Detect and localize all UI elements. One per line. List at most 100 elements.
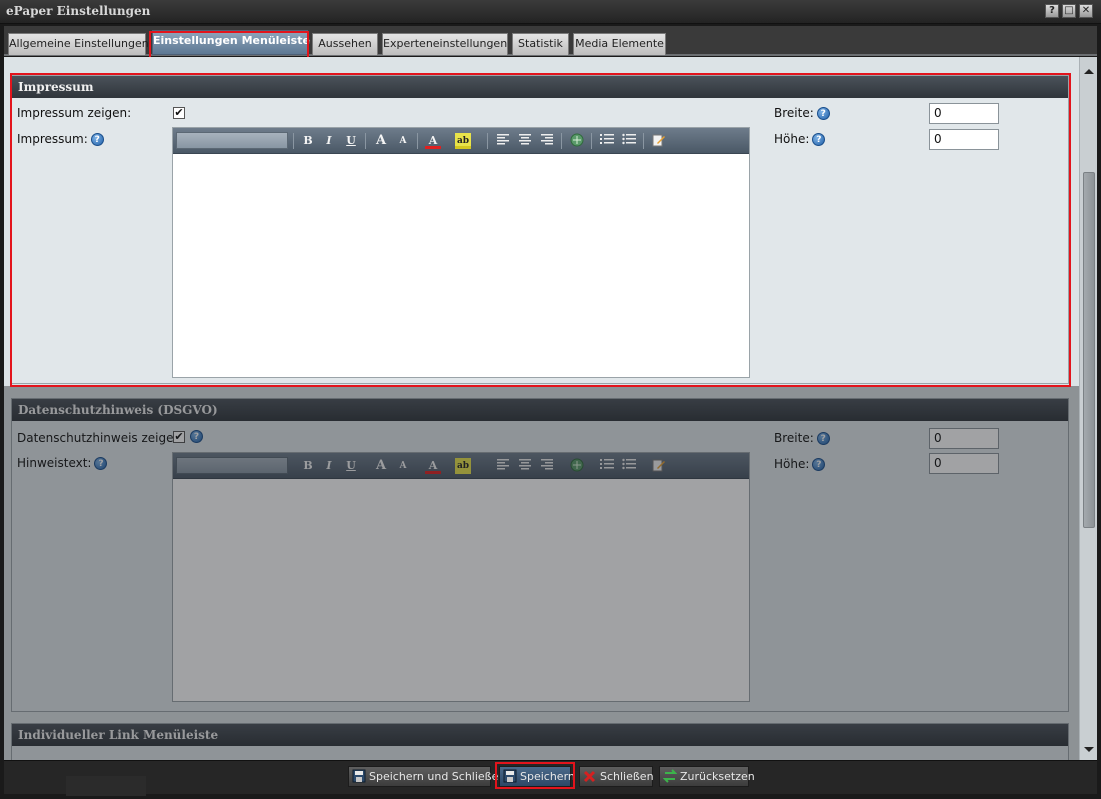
source-edit-icon[interactable] [651,458,667,474]
align-center-icon[interactable] [517,458,533,474]
help-icon[interactable]: ? [812,458,826,471]
datenschutz-hoehe-input[interactable]: 0 [929,453,999,474]
impressum-hoehe-input[interactable]: 0 [929,129,999,150]
settings-content: Impressum Impressum zeigen: ✔ Impressum:… [4,57,1097,760]
datenschutz-section-header: Datenschutzhinweis (DSGVO) [12,399,1068,421]
scroll-thumb[interactable] [1083,172,1095,528]
italic-icon[interactable]: I [321,458,337,474]
datenschutz-breite-label-text: Breite: [774,431,814,445]
datenschutz-hoehe-label-text: Höhe: [774,457,810,471]
impressum-content-label: Impressum:? [17,132,104,146]
help-icon[interactable]: ? [94,457,108,470]
toolbar-separator [417,133,418,149]
underline-icon[interactable]: U [343,458,359,474]
floppy-icon [352,769,366,783]
impressum-breite-label: Breite:? [774,106,830,120]
highlight-color-icon[interactable]: ab [455,133,471,149]
help-icon[interactable]: ? [190,430,203,443]
window-title: ePaper Einstellungen [6,4,151,18]
font-family-select[interactable] [176,457,288,474]
toolbar-separator [643,133,644,149]
datenschutz-editor[interactable]: B I U A A A ab [172,452,750,702]
floppy-icon [503,769,517,783]
reset-label: Zurücksetzen [680,770,755,783]
toolbar-separator [591,133,592,149]
unordered-list-icon[interactable] [621,133,637,149]
custom-link-section-header: Individueller Link Menüleiste [12,724,1068,746]
impressum-hoehe-label: Höhe:? [774,132,826,146]
ordered-list-icon[interactable] [599,133,615,149]
save-close-button[interactable]: Speichern und Schließen [348,766,505,787]
impressum-editor-toolbar: B I U A A A ab [173,128,749,154]
impressum-section-header: Impressum [12,76,1068,98]
impressum-show-label: Impressum zeigen: [17,106,132,120]
vertical-scrollbar[interactable] [1079,57,1097,760]
font-color-icon[interactable]: A [425,133,441,149]
link-icon[interactable] [569,133,585,149]
tab-strip: Allgemeine Einstellungen Einstellungen M… [4,26,1097,56]
align-right-icon[interactable] [539,458,555,474]
save-close-label: Speichern und Schließen [369,770,506,783]
help-icon[interactable]: ? [816,432,830,445]
help-icon[interactable]: ? [812,133,826,146]
scroll-down-icon[interactable] [1084,747,1094,752]
align-right-icon[interactable] [539,133,555,149]
reset-icon [663,769,677,783]
grow-font-icon[interactable]: A [373,458,389,474]
bold-icon[interactable]: B [300,133,316,149]
tab-statistik[interactable]: Statistik [512,33,569,55]
window-titlebar: ePaper Einstellungen ? □ ✕ [0,0,1101,24]
impressum-editor[interactable]: B I U A A A ab [172,127,750,378]
underline-icon[interactable]: U [343,133,359,149]
datenschutz-breite-label: Breite:? [774,431,830,445]
custom-link-section: Individueller Link Menüleiste [11,723,1069,760]
shrink-font-icon[interactable]: A [395,133,411,149]
status-area [66,776,146,796]
datenschutz-show-label: Datenschutzhinweis zeigen: [17,431,186,445]
impressum-breite-label-text: Breite: [774,106,814,120]
unordered-list-icon[interactable] [621,458,637,474]
save-button[interactable]: Speichern [499,766,575,787]
tab-einstellungen-menueleiste[interactable]: Einstellungen Menüleiste [152,30,310,55]
datenschutz-hoehe-label: Höhe:? [774,457,826,471]
tab-experteneinstellungen[interactable]: Experteneinstellungen [382,33,508,55]
ordered-list-icon[interactable] [599,458,615,474]
link-icon[interactable] [569,458,585,474]
close-icon[interactable]: ✕ [1079,4,1093,18]
scroll-up-icon[interactable] [1084,69,1094,74]
tab-media-elemente[interactable]: Media Elemente [573,33,666,55]
close-button[interactable]: Schließen [579,766,654,787]
toolbar-separator [561,133,562,149]
align-left-icon[interactable] [495,133,511,149]
tab-aussehen[interactable]: Aussehen [312,33,378,55]
help-icon[interactable]: ? [816,107,830,120]
save-label: Speichern [520,770,575,783]
grow-font-icon[interactable]: A [373,133,389,149]
help-icon[interactable]: ? [1045,4,1059,18]
tab-allgemeine-einstellungen[interactable]: Allgemeine Einstellungen [8,33,149,55]
font-family-select[interactable] [176,132,288,149]
shrink-font-icon[interactable]: A [395,458,411,474]
align-left-icon[interactable] [495,458,511,474]
datenschutz-breite-input[interactable]: 0 [929,428,999,449]
font-color-icon[interactable]: A [425,458,441,474]
italic-icon[interactable]: I [321,133,337,149]
highlight-color-icon[interactable]: ab [455,458,471,474]
impressum-breite-input[interactable]: 0 [929,103,999,124]
bold-icon[interactable]: B [300,458,316,474]
datenschutz-content-label: Hinweistext:? [17,456,108,470]
close-x-icon [583,770,596,783]
datenschutz-editor-toolbar: B I U A A A ab [173,453,749,479]
help-icon[interactable]: ? [90,133,104,146]
source-edit-icon[interactable] [651,133,667,149]
impressum-show-checkbox[interactable]: ✔ [173,107,185,119]
reset-button[interactable]: Zurücksetzen [659,766,755,787]
maximize-icon[interactable]: □ [1062,4,1076,18]
align-center-icon[interactable] [517,133,533,149]
toolbar-separator [293,133,294,149]
datenschutz-show-checkbox[interactable]: ✔ [173,431,185,443]
toolbar-separator [365,133,366,149]
close-label: Schließen [600,770,654,783]
impressum-content-label-text: Impressum: [17,132,88,146]
impressum-hoehe-label-text: Höhe: [774,132,810,146]
